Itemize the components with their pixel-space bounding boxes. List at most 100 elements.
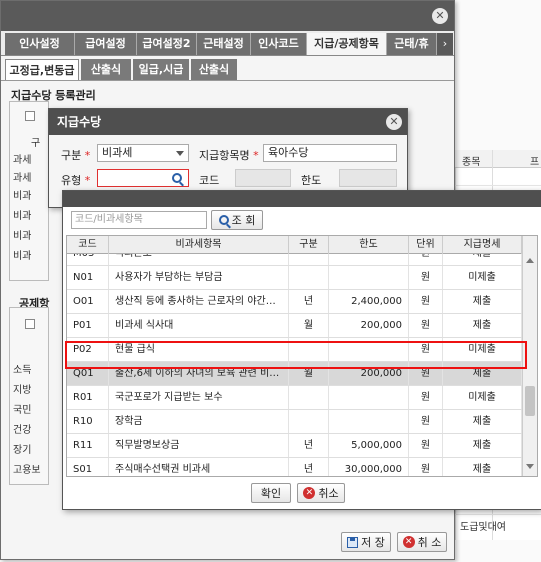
cell-code: R01: [67, 386, 109, 409]
subtab-formula[interactable]: 산출식: [81, 59, 131, 80]
code-lookup-dialog: 코드/비과세항목 조 회 M03국외근로원제출N01사용자가 부담하는 부담금원…: [62, 190, 541, 510]
cell-item: 현물 급식: [109, 338, 289, 361]
cell-gubun: [289, 338, 329, 361]
table-row[interactable]: P02 현물 급식 원 미제출: [67, 338, 522, 362]
cell-spec: 미제출: [443, 338, 522, 361]
tab-hr-settings[interactable]: 인사설정: [5, 33, 75, 55]
code-lookup-titlebar: [63, 191, 541, 207]
col-spec[interactable]: 지급명세: [443, 236, 522, 254]
tab-scroll-right-icon[interactable]: ›: [437, 33, 453, 55]
subtab-daily-hourly[interactable]: 일급,시급: [133, 59, 189, 80]
scroll-up-icon[interactable]: [526, 258, 534, 263]
cell-spec: 제출: [443, 410, 522, 433]
cell-gubun: [289, 386, 329, 409]
cancel-icon: ✕: [402, 536, 415, 548]
cell-gubun: [289, 266, 329, 289]
col-code[interactable]: 코드: [67, 236, 109, 254]
left-col-label: 비과: [13, 191, 32, 202]
search-input[interactable]: 코드/비과세항목: [71, 211, 207, 229]
sub-tabs: 고정급,변동급 산출식 일급,시급 산출식: [1, 57, 454, 81]
cell-gubun: 월: [289, 362, 329, 385]
col-item[interactable]: 비과세항목: [109, 236, 289, 254]
gubun-select[interactable]: 비과세: [97, 144, 189, 162]
subtab-fixed-variable[interactable]: 고정급,변동급: [5, 59, 79, 80]
cell-code: R11: [67, 434, 109, 457]
scroll-thumb[interactable]: [525, 386, 535, 416]
table-row[interactable]: R01 국군포로가 지급받는 보수 원 미제출: [67, 386, 522, 410]
tab-hr-codes[interactable]: 인사코드: [251, 33, 307, 55]
type-input[interactable]: [97, 169, 189, 187]
item-name-label: 지급항목명 *: [199, 149, 259, 162]
save-button[interactable]: 저 장: [341, 532, 391, 552]
cell-spec: 제출: [443, 290, 522, 313]
cell-item: 국군포로가 지급받는 보수: [109, 386, 289, 409]
background-header-1: 종목: [462, 157, 481, 168]
cell-spec: 제출: [443, 458, 522, 476]
table-row[interactable]: R10 장학금 원 제출: [67, 410, 522, 434]
settings-dialog-close-icon[interactable]: ✕: [432, 8, 448, 24]
cell-unit: 원: [409, 362, 443, 385]
cell-unit: 원: [409, 266, 443, 289]
deduction-checkbox[interactable]: [25, 319, 35, 329]
cell-unit: 원: [409, 410, 443, 433]
allowance-dialog-close-icon[interactable]: ✕: [386, 114, 402, 130]
table-row[interactable]: N01 사용자가 부담하는 부담금 원 미제출: [67, 266, 522, 290]
search-button-label: 조 회: [231, 214, 256, 227]
save-icon: [347, 536, 359, 548]
grid-header: 코드 비과세항목 구분 한도 단위 지급명세: [67, 236, 522, 254]
table-row-selected[interactable]: Q01 출산,6세 이하의 자녀의 보육 관련 비… 월 200,000 원 제출: [67, 362, 522, 386]
confirm-button[interactable]: 확인: [251, 483, 291, 503]
col-limit[interactable]: 한도: [329, 236, 409, 254]
cell-unit: 원: [409, 434, 443, 457]
cell-gubun: 년: [289, 290, 329, 313]
cell-spec: 제출: [443, 362, 522, 385]
cell-code: O01: [67, 290, 109, 313]
cell-limit: [329, 386, 409, 409]
main-tabs: 인사설정 급여설정 급여설정2 근태설정 인사코드 지급/공제항목 근태/휴 ›: [1, 31, 454, 56]
deduction-fieldset: [9, 307, 49, 485]
cell-spec: 제출: [443, 434, 522, 457]
cell-unit: 원: [409, 290, 443, 313]
table-row[interactable]: R11 직무발명보상금 년 5,000,000 원 제출: [67, 434, 522, 458]
cell-code: Q01: [67, 362, 109, 385]
table-row[interactable]: P01 비과세 식사대 월 200,000 원 제출: [67, 314, 522, 338]
table-row[interactable]: S01 주식매수선택권 비과세 년 30,000,000 원 제출: [67, 458, 522, 476]
cancel-button[interactable]: ✕ 취 소: [397, 532, 447, 552]
cell-item: 생산직 등에 종사하는 근로자의 야간…: [109, 290, 289, 313]
tab-pay-deduction-items[interactable]: 지급/공제항목: [307, 33, 387, 55]
cell-item: 출산,6세 이하의 자녀의 보육 관련 비…: [109, 362, 289, 385]
tab-pay-settings[interactable]: 급여설정: [75, 33, 137, 55]
grid-scrollbar[interactable]: [522, 236, 537, 476]
left-col-label: 과세: [13, 173, 32, 184]
cell-gubun: [289, 410, 329, 433]
col-unit[interactable]: 단위: [409, 236, 443, 254]
deduction-label: 장기: [13, 445, 32, 456]
tab-attendance-settings[interactable]: 근태설정: [197, 33, 251, 55]
bg-row-line: [455, 514, 541, 515]
col-gubun[interactable]: 구분: [289, 236, 329, 254]
table-row[interactable]: O01 생산직 등에 종사하는 근로자의 야간… 년 2,400,000 원 제출: [67, 290, 522, 314]
cell-spec: 미제출: [443, 266, 522, 289]
dialog-cancel-button[interactable]: ✕ 취소: [297, 483, 345, 503]
search-icon: [218, 215, 229, 225]
search-icon[interactable]: [172, 173, 182, 183]
tab-attendance-leave[interactable]: 근태/휴: [387, 33, 437, 55]
left-col-label: 비과: [13, 231, 32, 242]
cell-limit: 200,000: [329, 314, 409, 337]
search-button[interactable]: 조 회: [211, 210, 263, 230]
scroll-down-icon[interactable]: [526, 464, 534, 469]
cell-item: 비과세 식사대: [109, 314, 289, 337]
cell-limit: 5,000,000: [329, 434, 409, 457]
background-header-2: 프: [530, 157, 540, 168]
deduction-label: 고용보: [13, 465, 41, 476]
cell-gubun: 월: [289, 314, 329, 337]
tab-pay-settings2[interactable]: 급여설정2: [137, 33, 197, 55]
cell-code: P01: [67, 314, 109, 337]
allowance-checkbox[interactable]: [25, 111, 35, 121]
allowance-dialog-title: 지급수당: [57, 115, 102, 129]
cell-gubun: 년: [289, 458, 329, 476]
item-name-input[interactable]: 육아수당: [263, 144, 397, 162]
deduction-label: 국민: [13, 405, 32, 416]
type-label: 유형 *: [61, 174, 91, 187]
subtab-formula2[interactable]: 산출식: [191, 59, 237, 80]
